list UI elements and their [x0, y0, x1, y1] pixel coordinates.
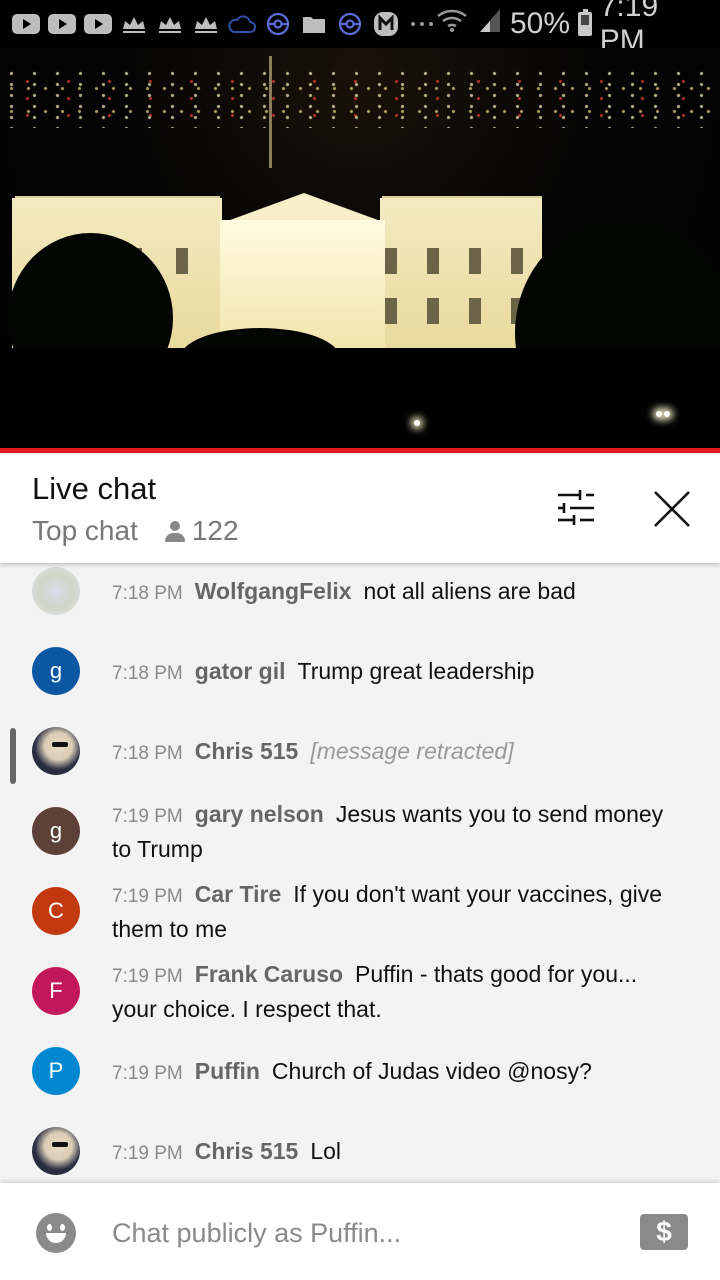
- message-text: Church of Judas video @nosy?: [271, 1058, 592, 1084]
- battery-percent: 50%: [510, 7, 571, 40]
- crown-icon: [192, 13, 220, 35]
- message-text: Puffin - thats good for you... your choi…: [112, 961, 638, 1022]
- city-lights: [0, 68, 720, 128]
- pokeball-icon: [336, 12, 364, 36]
- message-time: 7:19 PM: [112, 1063, 183, 1084]
- scrollbar[interactable]: [10, 728, 16, 784]
- youtube-icon: [84, 13, 112, 35]
- folder-icon: [300, 13, 328, 35]
- chat-message-list[interactable]: 7:18 PM WolfgangFelix not all aliens are b…: [0, 563, 720, 1183]
- avatar[interactable]: [32, 1127, 80, 1175]
- message-author[interactable]: Puffin: [195, 1058, 260, 1084]
- viewer-count: 122: [164, 515, 239, 547]
- status-bar: 50% 7:19 PM: [0, 0, 720, 57]
- cloud-icon: [228, 13, 256, 35]
- close-icon: [650, 491, 694, 535]
- avatar[interactable]: C: [32, 887, 80, 935]
- chat-header: Live chat Top chat 122: [0, 453, 720, 563]
- avatar[interactable]: F: [32, 967, 80, 1015]
- message-author[interactable]: Car Tire: [195, 881, 282, 907]
- person-icon: [164, 520, 186, 542]
- sliders-icon: [554, 490, 598, 535]
- avatar[interactable]: P: [32, 1047, 80, 1095]
- youtube-icon: [48, 13, 76, 35]
- message-author[interactable]: Chris 515: [195, 1138, 299, 1164]
- message-time: 7:19 PM: [112, 1143, 183, 1164]
- viewer-count-value: 122: [191, 515, 239, 546]
- dollar-icon: $: [656, 1216, 672, 1247]
- super-chat-button[interactable]: $: [640, 1214, 688, 1250]
- chat-input-bar: $: [0, 1183, 720, 1280]
- message-author[interactable]: gary nelson: [195, 801, 324, 827]
- message-text: not all aliens are bad: [363, 578, 576, 604]
- pokeball-icon: [264, 12, 292, 36]
- filter-button[interactable]: [554, 487, 598, 531]
- avatar[interactable]: [32, 567, 80, 615]
- message-time: 7:19 PM: [112, 966, 183, 987]
- message-time: 7:18 PM: [112, 743, 183, 764]
- message-time: 7:19 PM: [112, 886, 183, 907]
- more-dots-icon: [408, 13, 436, 35]
- youtube-icon: [12, 13, 40, 35]
- avatar[interactable]: g: [32, 647, 80, 695]
- chat-mode-selector[interactable]: Top chat: [32, 515, 138, 547]
- signal-icon: [478, 7, 502, 41]
- lawn: [0, 348, 720, 448]
- crown-icon: [120, 13, 148, 35]
- message-text-retracted: [message retracted]: [310, 738, 514, 764]
- battery-icon: [578, 9, 592, 36]
- wifi-icon: [436, 7, 470, 41]
- message-text: Lol: [310, 1138, 342, 1164]
- crown-icon: [156, 13, 184, 35]
- chat-title: Live chat: [32, 471, 157, 506]
- m-app-icon: [372, 12, 400, 36]
- message-author[interactable]: WolfgangFelix: [195, 578, 352, 604]
- flagpole: [269, 56, 272, 168]
- notification-icons: [12, 12, 436, 36]
- avatar[interactable]: [32, 727, 80, 775]
- close-chat-button[interactable]: [650, 487, 694, 531]
- message-time: 7:18 PM: [112, 583, 183, 604]
- building-pediment: [222, 193, 386, 223]
- message-time: 7:19 PM: [112, 806, 183, 827]
- message-author[interactable]: Chris 515: [195, 738, 299, 764]
- message-author[interactable]: gator gil: [195, 658, 286, 684]
- message-author[interactable]: Frank Caruso: [195, 961, 343, 987]
- message-time: 7:18 PM: [112, 663, 183, 684]
- chat-input[interactable]: [112, 1211, 612, 1255]
- message-text: Trump great leadership: [297, 658, 535, 684]
- emoji-button[interactable]: [36, 1213, 76, 1253]
- video-player[interactable]: [0, 48, 720, 448]
- avatar[interactable]: g: [32, 807, 80, 855]
